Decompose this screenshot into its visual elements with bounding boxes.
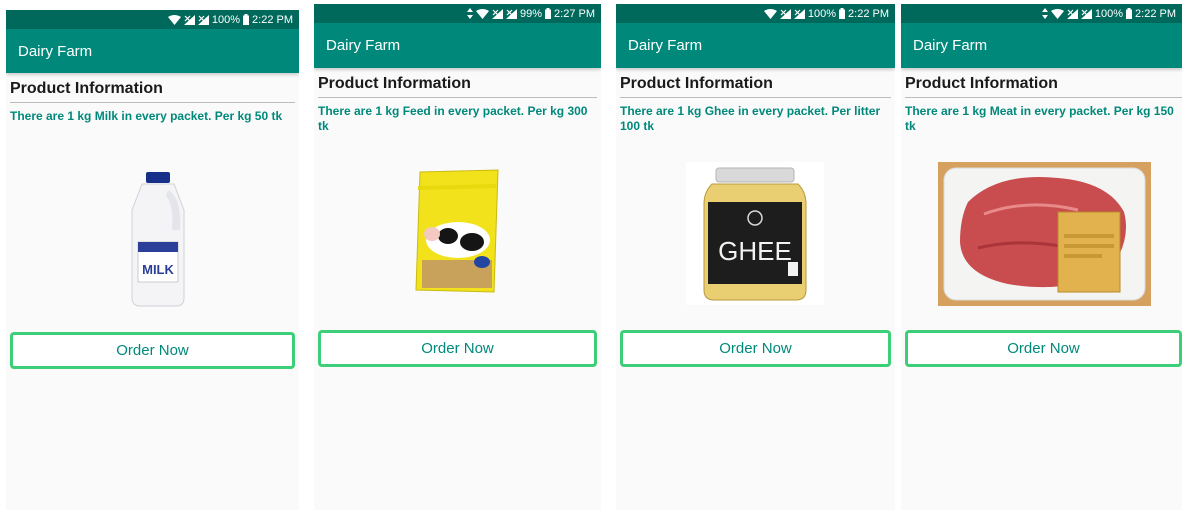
section-title: Product Information	[318, 75, 471, 92]
battery-icon	[545, 8, 552, 19]
status-time: 2:22 PM	[848, 7, 889, 20]
section-title: Product Information	[620, 75, 773, 92]
app-bar: Dairy Farm	[314, 23, 601, 68]
wifi-icon	[167, 14, 181, 25]
meat-tray-icon	[938, 162, 1151, 306]
status-bar: 100% 2:22 PM	[6, 10, 299, 29]
battery-icon	[1126, 8, 1133, 19]
status-bar: 99% 2:27 PM	[314, 4, 601, 23]
status-time: 2:22 PM	[1135, 7, 1176, 20]
screenshot-collage: 100% 2:22 PM Dairy Farm Product Informat…	[0, 0, 1182, 510]
order-now-button[interactable]: Order Now	[318, 330, 597, 367]
phone-screen-ghee: 100% 2:22 PM Dairy Farm Product Informat…	[616, 4, 895, 510]
phone-screen-meat: 100% 2:22 PM Dairy Farm Product Informat…	[901, 4, 1182, 510]
phone-screen-milk: 100% 2:22 PM Dairy Farm Product Informat…	[6, 10, 299, 510]
divider	[10, 102, 295, 103]
battery-percent: 100%	[1094, 7, 1124, 20]
order-now-button[interactable]: Order Now	[620, 330, 891, 367]
status-time: 2:22 PM	[252, 13, 293, 26]
signal-icon	[506, 8, 517, 19]
app-bar: Dairy Farm	[616, 23, 895, 68]
ghee-jar-icon: GHEE	[686, 162, 824, 305]
app-bar: Dairy Farm	[901, 23, 1182, 68]
wifi-icon	[476, 8, 489, 19]
status-time: 2:27 PM	[554, 7, 595, 20]
data-arrows-icon	[467, 8, 473, 19]
section-title: Product Information	[905, 75, 1058, 92]
milk-label: MILK	[142, 262, 174, 277]
order-now-button[interactable]: Order Now	[10, 332, 295, 369]
signal-icon	[793, 8, 805, 19]
status-bar: 100% 2:22 PM	[616, 4, 895, 23]
section-title: Product Information	[10, 80, 163, 97]
product-description: There are 1 kg Milk in every packet. Per…	[10, 109, 283, 123]
signal-icon	[1080, 8, 1092, 19]
battery-icon	[839, 8, 846, 19]
wifi-icon	[1050, 8, 1064, 19]
data-arrows-icon	[1041, 8, 1048, 19]
phone-screen-feed: 99% 2:27 PM Dairy Farm Product Informati…	[314, 4, 601, 510]
divider	[620, 97, 891, 98]
battery-percent: 99%	[520, 7, 543, 20]
app-title: Dairy Farm	[913, 37, 988, 54]
battery-percent: 100%	[211, 13, 241, 26]
product-description: There are 1 kg Feed in every packet. Per…	[318, 104, 588, 133]
signal-icon	[492, 8, 503, 19]
ghee-label: GHEE	[718, 236, 792, 266]
app-title: Dairy Farm	[326, 37, 401, 54]
wifi-icon	[763, 8, 777, 19]
product-description: There are 1 kg Meat in every packet. Per…	[905, 104, 1174, 133]
signal-icon	[1066, 8, 1078, 19]
app-title: Dairy Farm	[18, 42, 93, 60]
divider	[318, 97, 597, 98]
status-bar: 100% 2:22 PM	[901, 4, 1182, 23]
signal-icon	[197, 14, 209, 25]
battery-icon	[243, 14, 250, 25]
app-title: Dairy Farm	[628, 37, 703, 54]
feed-bag-icon	[414, 168, 502, 296]
battery-percent: 100%	[807, 7, 837, 20]
app-bar: Dairy Farm	[6, 29, 299, 73]
signal-icon	[183, 14, 195, 25]
signal-icon	[779, 8, 791, 19]
product-description: There are 1 kg Ghee in every packet. Per…	[620, 104, 881, 133]
divider	[905, 97, 1182, 98]
milk-jug-icon: MILK	[128, 170, 188, 308]
order-now-button[interactable]: Order Now	[905, 330, 1182, 367]
